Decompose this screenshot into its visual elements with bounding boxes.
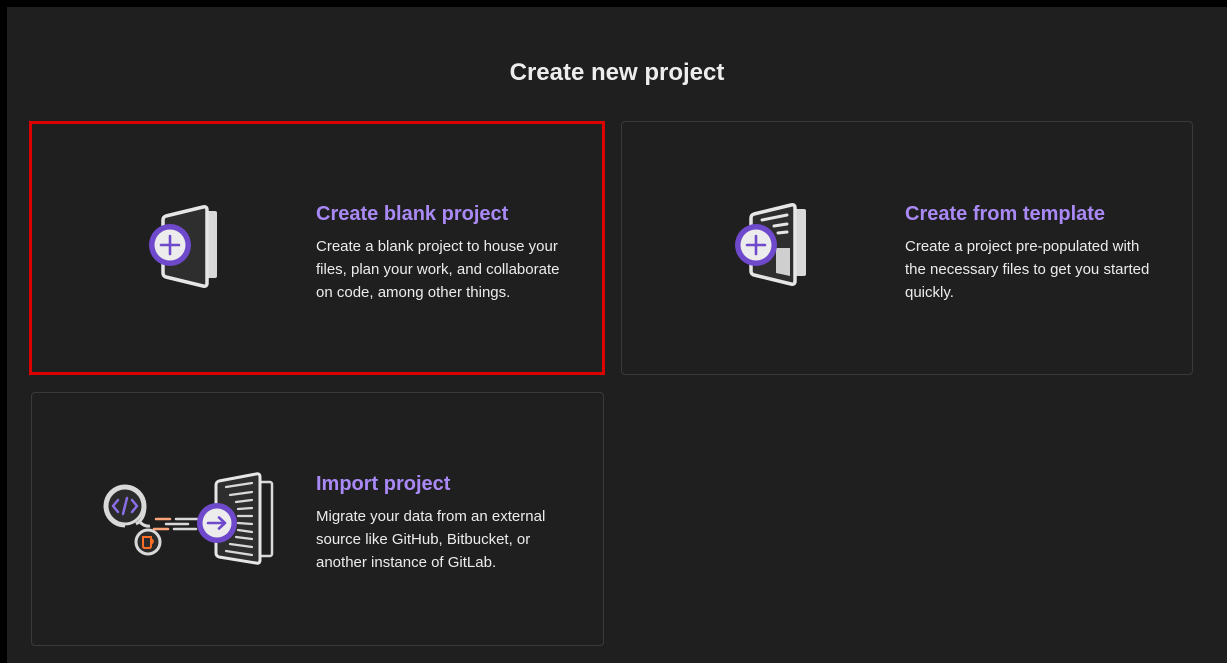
card-description: Create a blank project to house your fil… [316, 238, 560, 301]
create-blank-project-card[interactable]: Create blank project Create a blank proj… [29, 121, 605, 375]
card-text: Import project Migrate your data from an… [316, 472, 566, 574]
import-project-illustration [103, 472, 274, 565]
card-description: Create a project pre-populated with the … [905, 238, 1150, 301]
blank-project-illustration [149, 205, 217, 288]
template-project-illustration [735, 203, 806, 286]
card-text: Create blank project Create a blank proj… [316, 202, 566, 304]
card-description: Migrate your data from an external sourc… [316, 508, 546, 571]
page-title: Create new project [509, 59, 725, 86]
card-title: Import project [316, 473, 451, 495]
import-project-card[interactable]: Import project Migrate your data from an… [31, 392, 604, 646]
create-from-template-card[interactable]: Create from template Create a project pr… [621, 121, 1193, 375]
card-title: Create blank project [316, 203, 509, 225]
card-text: Create from template Create a project pr… [905, 202, 1155, 304]
card-title: Create from template [905, 203, 1106, 225]
create-project-page: Create new project Create blank project … [7, 7, 1227, 663]
